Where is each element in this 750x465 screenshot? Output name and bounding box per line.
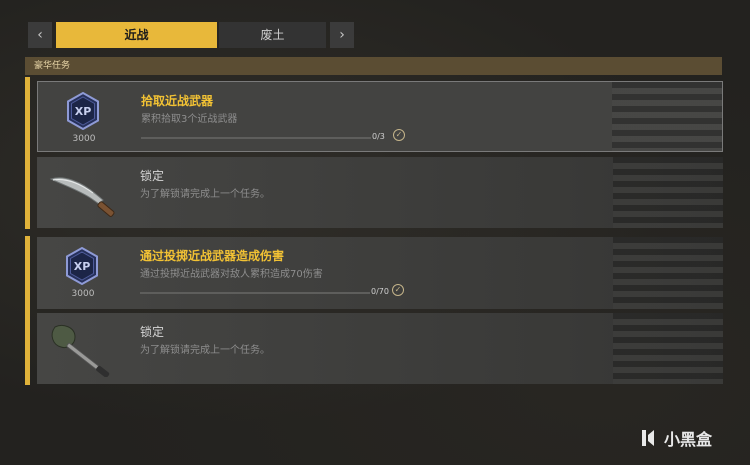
machete-icon: [49, 177, 115, 217]
heybox-logo-icon: [642, 430, 654, 446]
task-title: 锁定: [140, 169, 165, 183]
xp-reward-amount: 3000: [71, 289, 95, 299]
task-group-indicator: [25, 236, 30, 385]
task-description: 通过投掷近战武器对敌人累积造成70伤害: [140, 269, 323, 280]
svg-text:XP: XP: [75, 105, 92, 118]
reward-panel: [612, 82, 722, 151]
watermark-text: 小黑盒: [664, 430, 713, 449]
progress-text: 0/70: [371, 287, 389, 296]
chevron-right-icon: ›: [339, 27, 345, 43]
reward-panel: [613, 313, 723, 384]
xp-badge-icon: XP: [67, 92, 99, 130]
task-title: 拾取近战武器: [141, 94, 214, 108]
tab-wasteland[interactable]: 废土: [219, 22, 326, 48]
task-title: 锁定: [140, 325, 165, 339]
progress-bar: [141, 137, 371, 139]
task-row[interactable]: XP 3000 拾取近战武器 累积拾取3个近战武器 0/3 ✓: [37, 81, 723, 152]
chevron-left-icon: ‹: [37, 27, 43, 43]
shovel-icon: [51, 324, 110, 377]
reward-panel: [613, 157, 723, 228]
task-row[interactable]: XP 3000 通过投掷近战武器造成伤害 通过投掷近战武器对敌人累积造成70伤害…: [37, 237, 723, 309]
task-row-locked[interactable]: 锁定 为了解锁请完成上一个任务。: [37, 313, 723, 384]
svg-text:XP: XP: [74, 260, 91, 273]
task-group-indicator: [25, 77, 30, 229]
next-tab-button[interactable]: ›: [330, 22, 354, 48]
task-description: 为了解锁请完成上一个任务。: [140, 345, 270, 356]
task-title: 通过投掷近战武器造成伤害: [140, 249, 285, 263]
section-header: 豪华任务: [25, 57, 722, 75]
xp-badge-icon: XP: [66, 247, 98, 285]
progress-text: 0/3: [372, 132, 385, 141]
category-tabs: ‹ 近战 废土 ›: [28, 22, 354, 48]
task-row-locked[interactable]: 锁定 为了解锁请完成上一个任务。: [37, 157, 723, 228]
xp-reward-amount: 3000: [72, 134, 96, 144]
progress-bar: [140, 292, 370, 294]
prev-tab-button[interactable]: ‹: [28, 22, 52, 48]
reward-panel: [613, 237, 723, 309]
task-description: 为了解锁请完成上一个任务。: [140, 189, 270, 200]
check-circle-icon: ✓: [392, 284, 404, 296]
heybox-watermark: 小黑盒: [637, 425, 712, 451]
task-description: 累积拾取3个近战武器: [141, 114, 238, 125]
check-circle-icon: ✓: [393, 129, 405, 141]
tab-melee[interactable]: 近战: [56, 22, 217, 48]
